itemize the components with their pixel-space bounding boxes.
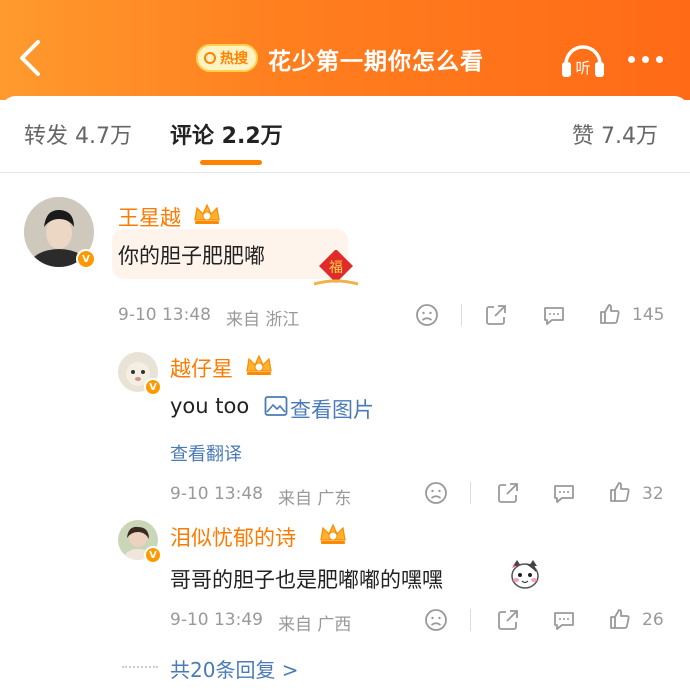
- image-icon[interactable]: [264, 395, 288, 417]
- more-options-icon[interactable]: [628, 56, 663, 63]
- comment-text: 你的胆子肥肥嘟: [118, 244, 265, 268]
- tab-bar: 转发 4.7万 评论 2.2万 赞 7.4万: [0, 96, 690, 173]
- dislike-icon[interactable]: [424, 608, 448, 632]
- reply-icon[interactable]: [552, 608, 576, 632]
- comment-location: 来自 浙江: [226, 310, 300, 330]
- tab-comment[interactable]: 评论 2.2万: [170, 118, 283, 150]
- svg-text:福: 福: [329, 260, 343, 276]
- page-title: 花少第一期你怎么看: [268, 49, 484, 75]
- like-count: 145: [632, 305, 665, 325]
- more-replies-link[interactable]: 共20条回复 >: [170, 654, 299, 683]
- active-tab-indicator: [200, 160, 262, 165]
- reply-location: 来自 广东: [278, 489, 352, 509]
- divider: [461, 304, 462, 326]
- share-icon[interactable]: [484, 303, 508, 327]
- tab-repost[interactable]: 转发 4.7万: [24, 118, 132, 150]
- reply-icon[interactable]: [542, 303, 566, 327]
- verified-badge-icon: V: [144, 378, 162, 396]
- dislike-icon[interactable]: [415, 303, 439, 327]
- comment-time: 9-10 13:48: [118, 305, 211, 325]
- reply-text: 哥哥的胆子也是肥嘟嘟的嘿嘿: [170, 568, 443, 592]
- vip-crown-icon: [320, 523, 346, 544]
- like-thumb-icon[interactable]: [608, 607, 632, 631]
- divider: [470, 609, 471, 631]
- reply-username[interactable]: 越仔星: [170, 353, 233, 383]
- like-count: 32: [642, 484, 664, 504]
- listen-headphone-icon[interactable]: 听: [560, 38, 606, 80]
- reply-time: 9-10 13:49: [170, 610, 263, 630]
- divider: [470, 482, 471, 504]
- dislike-icon[interactable]: [424, 481, 448, 505]
- cat-emoji-icon: [511, 560, 539, 589]
- comment-username[interactable]: 王星越: [118, 202, 181, 232]
- back-arrow-icon[interactable]: [14, 38, 50, 78]
- reply-text: you too: [170, 394, 250, 418]
- verified-badge-icon: V: [76, 249, 96, 269]
- vip-crown-icon: [194, 203, 220, 224]
- like-thumb-icon[interactable]: [608, 480, 632, 504]
- reply-icon[interactable]: [552, 481, 576, 505]
- reply-location: 来自 广西: [278, 615, 352, 635]
- like-count: 26: [642, 610, 664, 630]
- share-icon[interactable]: [496, 481, 520, 505]
- svg-text:听: 听: [575, 59, 590, 77]
- reply-time: 9-10 13:48: [170, 484, 263, 504]
- fu-sticker-icon: 福: [313, 250, 359, 286]
- more-replies-dots: [122, 666, 158, 668]
- hot-search-badge[interactable]: 热搜: [196, 44, 258, 72]
- search-icon: [204, 52, 216, 64]
- share-icon[interactable]: [496, 608, 520, 632]
- verified-badge-icon: V: [144, 546, 162, 564]
- top-bar: 热搜 花少第一期你怎么看 听: [0, 0, 690, 100]
- like-thumb-icon[interactable]: [598, 302, 622, 326]
- vip-crown-icon: [246, 354, 272, 375]
- view-translation-link[interactable]: 查看翻译: [170, 440, 242, 466]
- reply-username[interactable]: 泪似忧郁的诗: [170, 522, 296, 552]
- view-image-link[interactable]: 查看图片: [290, 394, 374, 424]
- tab-like[interactable]: 赞 7.4万: [572, 118, 658, 150]
